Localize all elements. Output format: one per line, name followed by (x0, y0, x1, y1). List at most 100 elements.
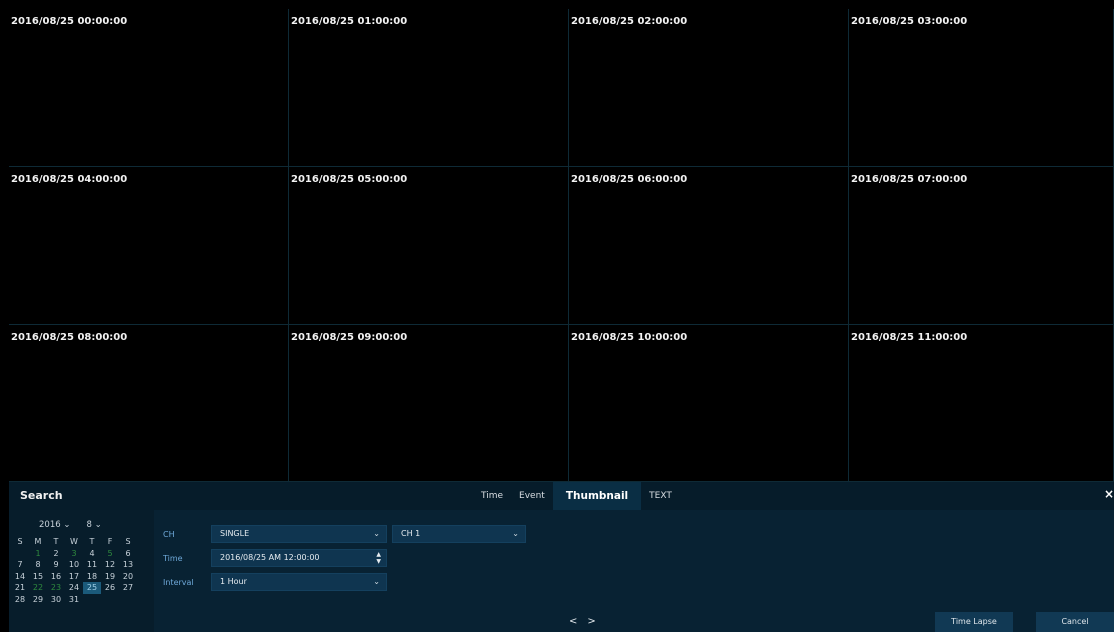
thumbnail-timestamp: 2016/08/25 02:00:00 (571, 16, 688, 27)
calendar-day[interactable]: 19 (101, 571, 119, 583)
thumbnail-grid: 2016/08/25 00:00:00 2016/08/25 01:00:00 20… (9, 9, 1114, 482)
time-value: 2016/08/25 AM 12:00:00 (220, 553, 320, 562)
tab-text[interactable]: TEXT (641, 482, 680, 510)
calendar-day[interactable]: 26 (101, 582, 119, 594)
calendar-day[interactable]: 16 (47, 571, 65, 583)
calendar-day[interactable]: 6 (119, 548, 137, 560)
ch-mode-select[interactable]: SINGLE ⌄ (211, 525, 387, 543)
calendar-day[interactable]: 27 (119, 582, 137, 594)
calendar-day[interactable]: 7 (11, 559, 29, 571)
next-page-button[interactable]: > (587, 616, 595, 627)
calendar-day[interactable]: 2 (47, 548, 65, 560)
calendar-day[interactable]: 15 (29, 571, 47, 583)
cancel-button[interactable]: Cancel (1036, 612, 1114, 632)
thumbnail-timestamp: 2016/08/25 08:00:00 (11, 332, 128, 343)
thumbnail-cell[interactable]: 2016/08/25 11:00:00 (849, 325, 1114, 482)
calendar-day[interactable]: 30 (47, 594, 65, 606)
calendar-day[interactable]: 28 (11, 594, 29, 606)
thumbnail-cell[interactable]: 2016/08/25 00:00:00 (9, 9, 289, 167)
spin-updown-icon[interactable]: ▲ ▼ (376, 551, 381, 565)
thumbnail-cell[interactable]: 2016/08/25 08:00:00 (9, 325, 289, 482)
weekday-label: M (34, 537, 42, 546)
calendar-grid: S M T W T F S 1 2 3 4 5 6 7 8 9 10 11 12 13 14 15 16 17 18 19 20 21… (11, 536, 137, 605)
calendar-header: 2016 ⌄ 8 ⌄ (39, 520, 102, 530)
thumbnail-timestamp: 2016/08/25 11:00:00 (851, 332, 968, 343)
year-select[interactable]: 2016 ⌄ (39, 520, 70, 530)
calendar-day[interactable]: 23 (47, 582, 65, 594)
time-field[interactable]: 2016/08/25 AM 12:00:00 ▲ ▼ (211, 549, 387, 567)
pager: < > (569, 616, 596, 627)
calendar-day[interactable]: 29 (29, 594, 47, 606)
thumbnail-cell[interactable]: 2016/08/25 09:00:00 (289, 325, 569, 482)
weekday-label: W (70, 537, 78, 546)
thumbnail-cell[interactable]: 2016/08/25 10:00:00 (569, 325, 849, 482)
search-panel: Search Time Event Thumbnail TEXT × 2016 … (9, 482, 1114, 632)
calendar-day[interactable]: 21 (11, 582, 29, 594)
thumbnail-cell[interactable]: 2016/08/25 07:00:00 (849, 167, 1114, 325)
calendar-empty (119, 594, 137, 606)
chevron-down-icon: ⌄ (512, 529, 519, 538)
month-select[interactable]: 8 ⌄ (86, 520, 101, 530)
thumbnail-cell[interactable]: 2016/08/25 03:00:00 (849, 9, 1114, 167)
thumbnail-cell[interactable]: 2016/08/25 05:00:00 (289, 167, 569, 325)
thumbnail-timestamp: 2016/08/25 06:00:00 (571, 174, 688, 185)
weekday-label: F (107, 537, 113, 546)
thumbnail-timestamp: 2016/08/25 01:00:00 (291, 16, 408, 27)
calendar-day[interactable]: 18 (83, 571, 101, 583)
panel-title: Search (20, 489, 63, 502)
calendar-day[interactable]: 22 (29, 582, 47, 594)
thumbnail-cell[interactable]: 2016/08/25 02:00:00 (569, 9, 849, 167)
calendar-day[interactable]: 17 (65, 571, 83, 583)
tab-thumbnail[interactable]: Thumbnail (552, 482, 642, 510)
calendar: 2016 ⌄ 8 ⌄ S M T W T F S 1 2 3 4 5 6 7 8 9 10 11 12 13 14 15 1… (9, 510, 154, 632)
ch-mode-value: SINGLE (220, 529, 250, 538)
weekday-label: S (125, 537, 131, 546)
thumbnail-timestamp: 2016/08/25 10:00:00 (571, 332, 688, 343)
weekday-label: T (89, 537, 95, 546)
thumbnail-cell[interactable]: 2016/08/25 06:00:00 (569, 167, 849, 325)
weekday-label: S (17, 537, 23, 546)
calendar-day[interactable]: 25 (83, 582, 101, 594)
tab-event[interactable]: Event (511, 482, 553, 510)
thumbnail-timestamp: 2016/08/25 05:00:00 (291, 174, 408, 185)
calendar-day[interactable]: 9 (47, 559, 65, 571)
interval-label: Interval (163, 578, 194, 587)
time-lapse-button[interactable]: Time Lapse (935, 612, 1013, 632)
chevron-down-icon: ⌄ (63, 520, 71, 530)
calendar-day[interactable]: 5 (101, 548, 119, 560)
thumbnail-timestamp: 2016/08/25 09:00:00 (291, 332, 408, 343)
calendar-empty (11, 548, 29, 560)
calendar-day[interactable]: 31 (65, 594, 83, 606)
interval-value: 1 Hour (220, 577, 247, 586)
tab-time[interactable]: Time (473, 482, 511, 510)
thumbnail-timestamp: 2016/08/25 07:00:00 (851, 174, 968, 185)
thumbnail-timestamp: 2016/08/25 03:00:00 (851, 16, 968, 27)
calendar-day[interactable]: 12 (101, 559, 119, 571)
calendar-day[interactable]: 13 (119, 559, 137, 571)
ch-label: CH (163, 530, 175, 539)
calendar-empty (101, 594, 119, 606)
calendar-day[interactable]: 24 (65, 582, 83, 594)
thumbnail-cell[interactable]: 2016/08/25 04:00:00 (9, 167, 289, 325)
calendar-day[interactable]: 8 (29, 559, 47, 571)
thumbnail-timestamp: 2016/08/25 04:00:00 (11, 174, 128, 185)
calendar-day[interactable]: 10 (65, 559, 83, 571)
time-label: Time (163, 554, 183, 563)
channel-select[interactable]: CH 1 ⌄ (392, 525, 526, 543)
close-icon[interactable]: × (1104, 487, 1114, 501)
prev-page-button[interactable]: < (569, 616, 577, 627)
calendar-day[interactable]: 14 (11, 571, 29, 583)
calendar-day[interactable]: 4 (83, 548, 101, 560)
thumbnail-timestamp: 2016/08/25 00:00:00 (11, 16, 128, 27)
chevron-down-icon: ⌄ (373, 577, 380, 586)
calendar-day[interactable]: 3 (65, 548, 83, 560)
chevron-down-icon: ⌄ (94, 520, 102, 530)
calendar-day[interactable]: 20 (119, 571, 137, 583)
thumbnail-cell[interactable]: 2016/08/25 01:00:00 (289, 9, 569, 167)
calendar-empty (83, 594, 101, 606)
calendar-day[interactable]: 1 (29, 548, 47, 560)
calendar-day[interactable]: 11 (83, 559, 101, 571)
chevron-down-icon: ⌄ (373, 529, 380, 538)
weekday-label: T (53, 537, 59, 546)
interval-select[interactable]: 1 Hour ⌄ (211, 573, 387, 591)
